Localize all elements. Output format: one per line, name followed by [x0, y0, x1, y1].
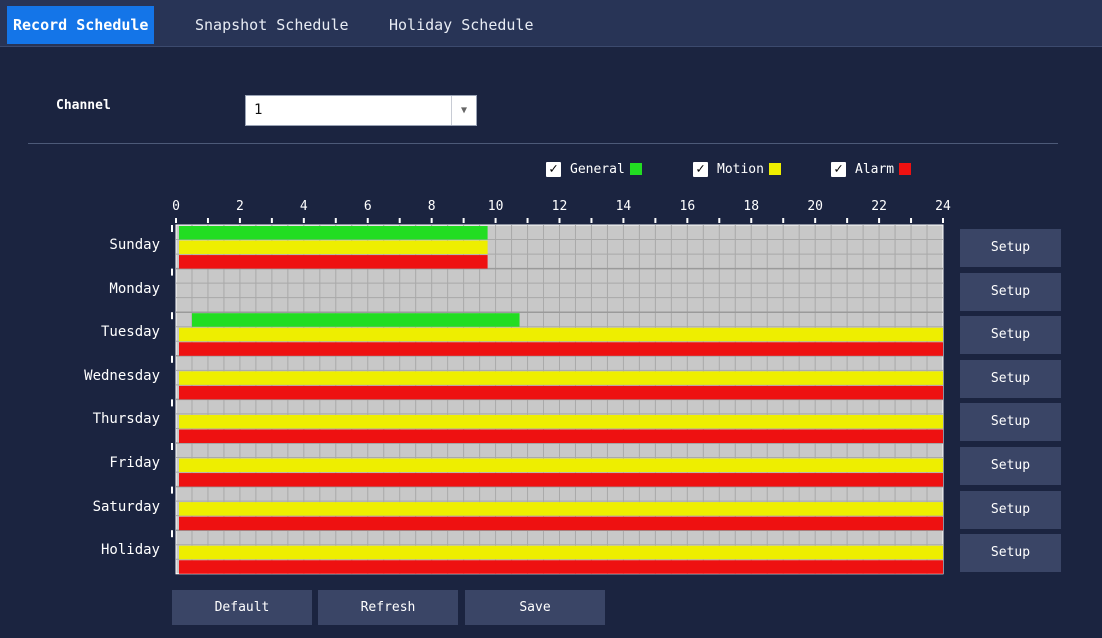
schedule-bar-motion — [179, 502, 943, 516]
schedule-bar-alarm — [179, 255, 488, 269]
schedule-bar-motion — [179, 327, 943, 342]
setup-button[interactable]: Setup — [960, 359, 1061, 398]
default-button[interactable]: Default — [172, 590, 312, 625]
schedule-bar-alarm — [179, 516, 943, 531]
schedule-bar-alarm — [179, 429, 943, 443]
schedule-grid-svg[interactable] — [0, 0, 1102, 638]
setup-button[interactable]: Setup — [960, 447, 1061, 485]
setup-button[interactable]: Setup — [960, 272, 1061, 311]
schedule-bar-motion — [179, 240, 488, 255]
schedule-bar-alarm — [179, 342, 943, 356]
schedule-bar-motion — [179, 458, 943, 473]
schedule-bar-alarm — [179, 385, 943, 400]
save-button[interactable]: Save — [465, 590, 605, 625]
schedule-bar-motion — [179, 371, 943, 385]
setup-button[interactable]: Setup — [960, 229, 1061, 267]
schedule-bar-motion — [179, 545, 943, 560]
refresh-button[interactable]: Refresh — [318, 590, 458, 625]
schedule-bar-motion — [179, 414, 943, 429]
schedule-bar-general — [179, 226, 488, 240]
setup-button[interactable]: Setup — [960, 490, 1061, 529]
schedule-bar-alarm — [179, 473, 943, 487]
schedule-bar-alarm — [179, 560, 943, 574]
setup-button[interactable]: Setup — [960, 534, 1061, 573]
setup-button[interactable]: Setup — [960, 403, 1061, 442]
schedule-bar-general — [191, 313, 520, 327]
setup-button[interactable]: Setup — [960, 316, 1061, 355]
